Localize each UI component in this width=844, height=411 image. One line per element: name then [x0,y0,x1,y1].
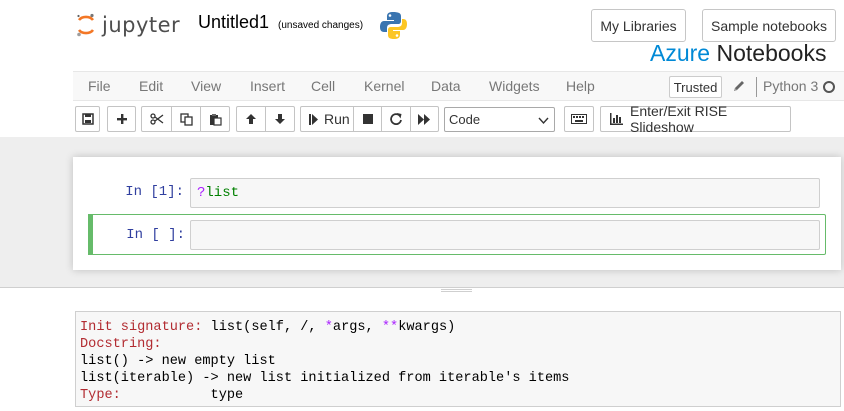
init-signature-label: Init signature: [80,320,203,335]
cell-prompt: In [1]: [125,184,184,200]
copy-icon [179,112,193,126]
cut-icon [149,113,164,125]
stop-icon [362,114,373,124]
step-forward-icon [309,113,319,125]
jupyter-logo-icon [76,13,96,37]
fast-forward-icon [418,113,431,125]
command-palette-button[interactable] [564,106,594,132]
toolbar: Run Code Enter/Exit RISE Slideshow [73,101,844,137]
save-button[interactable] [75,106,100,132]
menubar: File Edit View Insert Cell Kernel Data W… [73,71,844,101]
cell-input[interactable]: ?list [190,178,820,208]
init-star: * [324,320,333,335]
rise-slideshow-button[interactable]: Enter/Exit RISE Slideshow [600,103,791,135]
cell-code: ?list [197,185,239,201]
save-status: (unsaved changes) [278,20,364,31]
plus-icon [116,113,128,125]
notebook-container: In [1]: ?list In [ ]: [73,157,841,270]
arrow-up-icon [245,113,257,125]
azure-notebooks-brand[interactable]: Azure Notebooks [650,40,826,67]
copy-button[interactable] [171,106,201,132]
restart-button[interactable] [381,106,411,132]
trusted-badge[interactable]: Trusted [669,76,722,98]
restart-icon [390,113,402,125]
menu-cell[interactable]: Cell [311,78,335,94]
run-label: Run [324,111,350,127]
jupyter-logo-text: jupyter [102,13,181,37]
paste-button[interactable] [200,106,230,132]
menu-edit[interactable]: Edit [139,78,163,94]
header: jupyter Untitled1 (unsaved changes) My L… [0,0,844,71]
brand-azure: Azure [650,40,711,66]
init-signature-value: list(self, /, [202,320,325,335]
restart-run-all-button[interactable] [410,106,439,132]
menu-view[interactable]: View [191,78,221,94]
docstring-label: Docstring: [80,337,162,352]
menu-widgets[interactable]: Widgets [489,78,540,94]
code-name: list [205,185,240,201]
notebook-title[interactable]: Untitled1 [198,12,269,33]
bar-chart-icon [610,113,623,125]
cell-prompt: In [ ]: [126,227,185,243]
menu-data[interactable]: Data [431,78,461,94]
jupyter-logo[interactable]: jupyter [76,10,180,40]
my-libraries-button[interactable]: My Libraries [591,9,686,42]
init-kwargs: kwargs) [398,320,456,335]
docstring-line: list(iterable) -> new list initialized f… [80,371,570,386]
cut-button[interactable] [141,106,172,132]
move-down-button[interactable] [265,106,295,132]
pager: Init signature: list(self, /, *args, **k… [75,311,841,407]
save-icon [81,113,94,125]
pencil-icon[interactable] [732,79,746,93]
menu-help[interactable]: Help [566,78,595,94]
interrupt-button[interactable] [353,106,382,132]
init-double-star: ** [381,320,399,335]
menu-file[interactable]: File [88,78,111,94]
type-value: type [120,388,244,403]
kernel-separator [756,77,757,97]
menu-kernel[interactable]: Kernel [364,78,404,94]
run-button[interactable]: Run [300,106,354,132]
chevron-down-icon [538,114,549,129]
cell-input[interactable] [190,220,820,250]
paste-icon [209,113,222,126]
cell-type-value: Code [449,112,481,127]
brand-notebooks: Notebooks [716,40,827,66]
arrow-down-icon [274,113,286,125]
insert-cell-button[interactable] [107,106,136,132]
type-label: Type: [80,388,121,403]
sample-notebooks-button[interactable]: Sample notebooks [702,9,836,42]
selection-bar [88,214,93,255]
circle-icon [823,81,835,93]
init-args: args, [332,320,382,335]
move-up-button[interactable] [236,106,266,132]
menu-insert[interactable]: Insert [250,78,285,94]
code-cell-selected[interactable]: In [ ]: [88,214,826,255]
cell-type-select[interactable]: Code [444,107,555,132]
pager-content: Init signature: list(self, /, *args, **k… [80,319,569,404]
kernel-name[interactable]: Python 3 [763,78,818,94]
python-logo-icon [379,11,408,40]
pager-divider[interactable] [0,287,844,294]
docstring-line: list() -> new empty list [80,354,276,369]
keyboard-icon [571,114,587,124]
rise-label: Enter/Exit RISE Slideshow [630,103,728,135]
pager-resize-handle[interactable] [441,289,472,292]
